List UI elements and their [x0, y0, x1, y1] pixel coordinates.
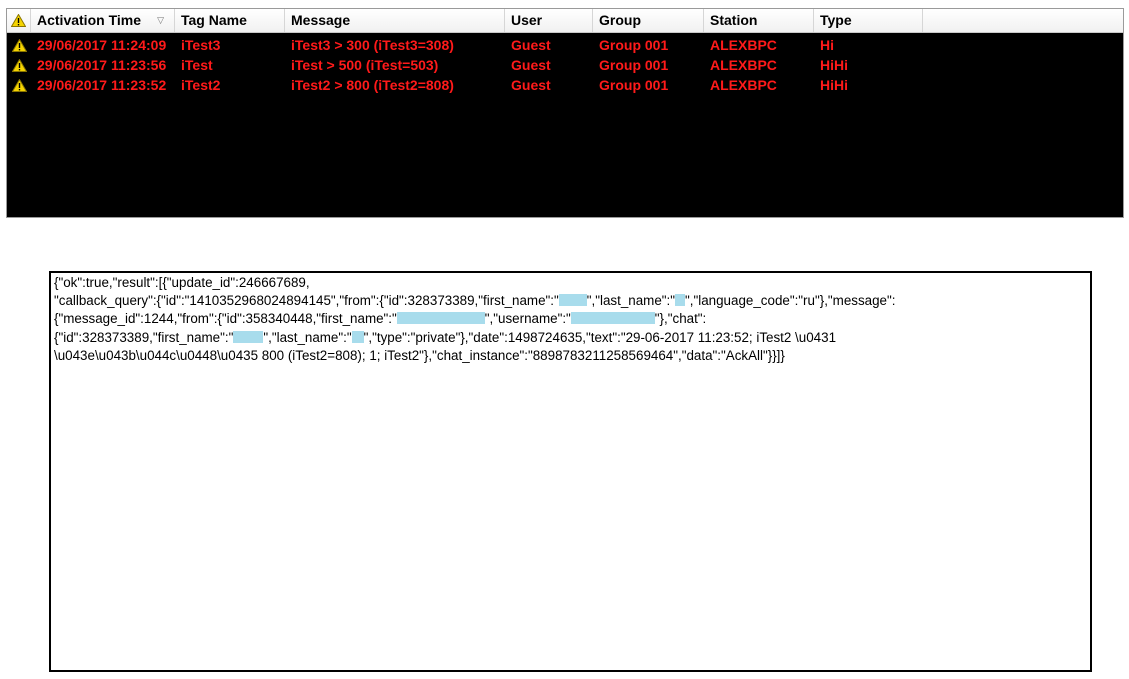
redacted-block [558, 294, 587, 307]
row-icon-cell [7, 75, 31, 95]
json-line: \u043e\u043b\u044c\u0448\u0435 800 (iTes… [54, 347, 1087, 365]
cell-type: Hi [820, 37, 834, 53]
cell-activation-time: 29/06/2017 11:23:52 [37, 77, 167, 93]
json-text: "},"chat": [654, 311, 707, 327]
column-header-station[interactable]: Station [704, 9, 814, 32]
column-header-type[interactable]: Type [814, 9, 923, 32]
warning-icon [11, 38, 27, 52]
column-header-activation-time[interactable]: Activation Time ▽ [31, 9, 175, 32]
column-header-label: User [511, 12, 543, 28]
cell-tag-name: iTest [181, 57, 213, 73]
cell-message: iTest3 > 300 (iTest3=308) [291, 37, 454, 53]
column-header-label: Message [291, 12, 351, 28]
column-header-label: Tag Name [181, 12, 247, 28]
cell-message: iTest2 > 800 (iTest2=808) [291, 77, 454, 93]
cell-type: HiHi [820, 77, 848, 93]
json-text: \u043e\u043b\u044c\u0448\u0435 800 (iTes… [54, 347, 785, 363]
cell-activation-time: 29/06/2017 11:23:56 [37, 57, 167, 73]
json-line: "callback_query":{"id":"1410352968024894… [54, 292, 1087, 310]
cell-user: Guest [511, 77, 551, 93]
json-line: {"ok":true,"result":[{"update_id":246667… [54, 274, 1087, 292]
cell-user: Guest [511, 57, 551, 73]
table-row[interactable]: 29/06/2017 11:24:09 iTest3 iTest3 > 300 (i… [7, 35, 1123, 55]
cell-group: Group 001 [599, 77, 669, 93]
column-header-tag-name[interactable]: Tag Name [175, 9, 285, 32]
json-text: {"ok":true,"result":[{"update_id":246667… [54, 275, 310, 290]
column-header-group[interactable]: Group [593, 9, 704, 32]
json-text: "callback_query":{"id":"1410352968024894… [54, 293, 559, 309]
redacted-block [570, 312, 655, 325]
json-text: ","last_name":" [586, 293, 676, 309]
json-text: ","language_code":"ru"},"message": [685, 293, 896, 309]
json-text: ","type":"private"},"date":1498724635,"t… [363, 329, 837, 345]
sort-descending-icon: ▽ [157, 15, 164, 25]
cell-station: ALEXBPC [710, 77, 777, 93]
json-text: ","last_name":" [263, 329, 352, 345]
redacted-block [351, 330, 364, 343]
cell-activation-time: 29/06/2017 11:24:09 [37, 37, 167, 53]
json-line: {"message_id":1244,"from":{"id":35834044… [54, 310, 1087, 328]
row-icon-cell [7, 35, 31, 55]
cell-tag-name: iTest3 [181, 37, 221, 53]
cell-type: HiHi [820, 57, 848, 73]
alarm-grid[interactable]: Activation Time ▽ Tag Name Message User … [6, 8, 1124, 218]
cell-station: ALEXBPC [710, 37, 777, 53]
column-header-label: Type [820, 12, 852, 28]
table-row[interactable]: 29/06/2017 11:23:56 iTest iTest > 500 (iTe… [7, 55, 1123, 75]
cell-group: Group 001 [599, 57, 669, 73]
column-header-label: Group [599, 12, 641, 28]
warning-icon [11, 78, 27, 92]
json-text: {"message_id":1244,"from":{"id":35834044… [54, 311, 397, 327]
column-header-filler [923, 9, 1123, 32]
table-row[interactable]: 29/06/2017 11:23:52 iTest2 iTest2 > 800 (i… [7, 75, 1123, 95]
column-header-label: Station [710, 12, 758, 28]
column-header-user[interactable]: User [505, 9, 593, 32]
cell-group: Group 001 [599, 37, 669, 53]
alarm-grid-header: Activation Time ▽ Tag Name Message User … [7, 9, 1123, 33]
cell-user: Guest [511, 37, 551, 53]
warning-icon [11, 14, 26, 27]
column-header-label: Activation Time [37, 12, 141, 28]
alarm-grid-body: 29/06/2017 11:24:09 iTest3 iTest3 > 300 (i… [7, 33, 1123, 95]
redacted-block [396, 312, 485, 325]
json-line: {"id":328373389,"first_name":" ","last_na… [54, 329, 1087, 347]
column-header-icon[interactable] [7, 9, 31, 32]
json-response-panel: {"ok":true,"result":[{"update_id":246667… [49, 271, 1092, 672]
warning-icon [11, 58, 27, 72]
cell-message: iTest > 500 (iTest=503) [291, 57, 439, 73]
redacted-block [675, 294, 686, 307]
cell-tag-name: iTest2 [181, 77, 221, 93]
json-text: ","username":" [484, 311, 571, 327]
cell-station: ALEXBPC [710, 57, 777, 73]
row-icon-cell [7, 55, 31, 75]
json-text: {"id":328373389,"first_name":" [54, 329, 234, 345]
column-header-message[interactable]: Message [285, 9, 505, 32]
redacted-block [233, 330, 264, 343]
